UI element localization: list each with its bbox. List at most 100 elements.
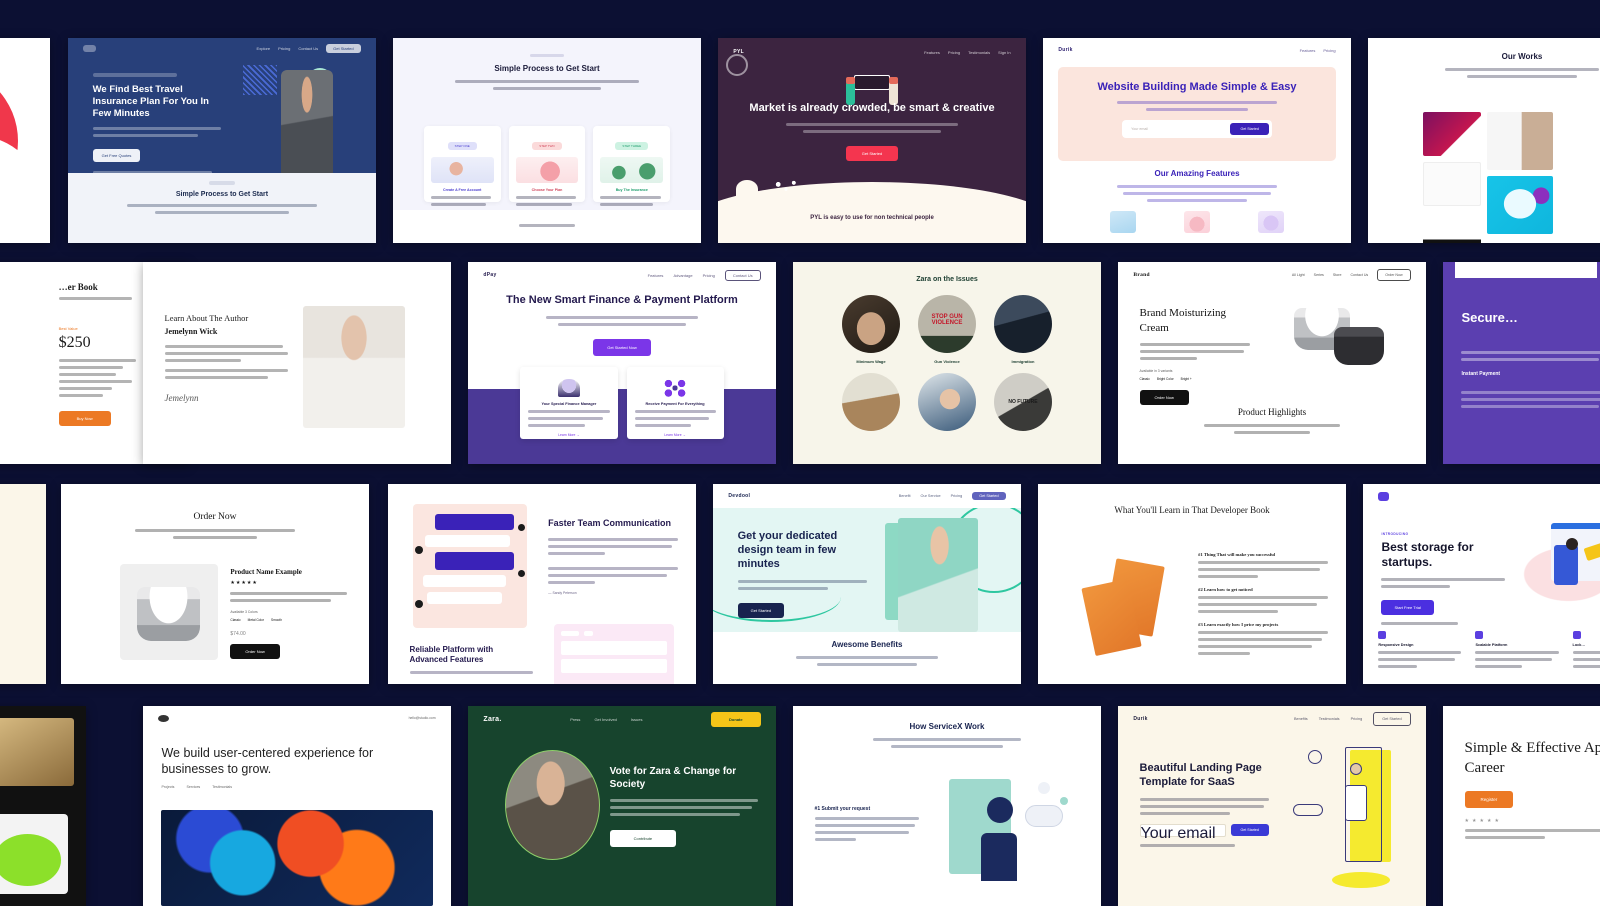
card-secure-payment[interactable]: Secure… Instant Payment bbox=[1443, 262, 1600, 464]
email-input[interactable]: Your email bbox=[1125, 127, 1230, 131]
nav-link[interactable]: All Light bbox=[1292, 273, 1305, 277]
nav-link[interactable]: Series bbox=[1314, 273, 1324, 277]
order-now-nav-button[interactable]: Order Now bbox=[1377, 269, 1411, 282]
step-card[interactable]: STEP ONE Create A Free Account bbox=[423, 126, 501, 214]
issue-image[interactable] bbox=[842, 373, 900, 431]
nav-link[interactable]: Features bbox=[1300, 48, 1316, 53]
nav-link[interactable]: Testimonials bbox=[212, 785, 232, 789]
card-developer-book[interactable]: What You'll Learn in That Developer Book… bbox=[1038, 484, 1346, 684]
feature-card[interactable]: Receive Payment For Everything Learn Mor… bbox=[626, 367, 724, 440]
card-best-storage[interactable]: Feature Testimonial INTRODUCING Best sto… bbox=[1363, 484, 1600, 684]
nav-link[interactable]: Benefit bbox=[899, 494, 911, 498]
card-better-career[interactable]: Simple & Effective Approach for A Better… bbox=[1443, 706, 1600, 906]
card-heading: Vote for Zara & Change for Society bbox=[609, 766, 737, 790]
card-coffee-product[interactable] bbox=[0, 706, 86, 906]
card-order-now[interactable]: Order Now Product Name Example ★★★★★ Ava… bbox=[61, 484, 369, 684]
nav-link[interactable]: Testimonials bbox=[968, 50, 990, 55]
card-durik-builder[interactable]: Durik Features Pricing Website Building … bbox=[1043, 38, 1351, 243]
card-heading: Order Now bbox=[193, 512, 237, 522]
card-simple-process[interactable]: Simple Process to Get Start STEP ONE Cre… bbox=[393, 38, 701, 243]
card-partial-left-row3[interactable] bbox=[0, 484, 46, 684]
option-chip[interactable]: Bright + bbox=[1181, 377, 1192, 381]
work-thumb[interactable] bbox=[1423, 161, 1482, 206]
cta-button[interactable]: Get Started bbox=[972, 492, 1006, 500]
option-chip[interactable]: Metal Color bbox=[248, 618, 264, 622]
nav-link[interactable]: Projects bbox=[161, 785, 174, 789]
cta-button[interactable]: Get Started bbox=[326, 44, 361, 54]
issue-image[interactable]: NO FUTURE bbox=[994, 373, 1052, 431]
option-chip[interactable]: Smooth bbox=[271, 618, 282, 622]
option-chip[interactable]: Classic bbox=[1140, 377, 1150, 381]
option-chip[interactable]: Bright Color bbox=[1157, 377, 1174, 381]
card-partial-left-row1[interactable] bbox=[0, 38, 50, 243]
card-user-centered[interactable]: hello@studio.com We build user-centered … bbox=[143, 706, 451, 906]
buy-now-button[interactable]: Buy Now bbox=[58, 411, 111, 427]
work-thumb[interactable] bbox=[1487, 111, 1554, 170]
nav-link[interactable]: Testimonials bbox=[1319, 717, 1340, 721]
nav-link[interactable]: Pricing bbox=[951, 494, 963, 498]
nav-link[interactable]: Store bbox=[1333, 273, 1342, 277]
nav-link[interactable]: Pricing bbox=[278, 46, 290, 51]
card-durik-saas[interactable]: Durik Benefits Testimonials Pricing Get … bbox=[1118, 706, 1426, 906]
hero-button[interactable]: Get Started bbox=[845, 146, 899, 162]
issue-image[interactable] bbox=[918, 373, 976, 431]
nav-link[interactable]: Features bbox=[924, 50, 940, 55]
card-dpay-finance[interactable]: dPay Features Advantage Pricing Contact … bbox=[468, 262, 776, 464]
nav-link[interactable]: Advantage bbox=[673, 273, 692, 278]
hero-button[interactable]: Get Started bbox=[737, 602, 785, 618]
nav-link[interactable]: Contact Us bbox=[1350, 273, 1368, 277]
get-started-button[interactable]: Get Started bbox=[1230, 123, 1269, 136]
nav-link[interactable]: Explore bbox=[257, 46, 271, 51]
nav-link[interactable]: Pricing bbox=[1323, 48, 1335, 53]
work-thumb[interactable] bbox=[1423, 211, 1482, 243]
donate-button[interactable]: Donate bbox=[711, 711, 761, 727]
card-servicex[interactable]: How ServiceX Work #1 Submit your request bbox=[793, 706, 1101, 906]
step-card[interactable]: STEP TWO Choose Your Plan bbox=[508, 126, 586, 214]
nav-email[interactable]: hello@studio.com bbox=[409, 716, 436, 720]
nav-link[interactable]: Features bbox=[648, 273, 664, 278]
hero-button[interactable]: Start Free Trial bbox=[1381, 600, 1434, 615]
card-our-works[interactable]: Our Works bbox=[1368, 38, 1600, 243]
order-now-button[interactable]: Order Now bbox=[230, 644, 280, 659]
work-thumb[interactable] bbox=[1423, 111, 1482, 156]
order-now-button[interactable]: Order Now bbox=[1139, 390, 1189, 406]
option-chip[interactable]: Classic bbox=[230, 618, 240, 622]
nav-link[interactable]: Pricing bbox=[948, 50, 960, 55]
feature-card[interactable]: Your Special Finance Manager Learn More … bbox=[520, 367, 618, 440]
nav-link[interactable]: Our Service bbox=[921, 494, 941, 498]
cta-button[interactable]: Contact Us bbox=[724, 269, 761, 281]
email-input[interactable]: Your email bbox=[1139, 823, 1226, 842]
hero-button[interactable]: Get Started Now bbox=[593, 339, 651, 357]
card-faster-team[interactable]: Faster Team Communication — Sandy Peters… bbox=[388, 484, 696, 684]
issue-image[interactable] bbox=[842, 295, 900, 353]
feature-link[interactable]: Learn More → bbox=[528, 433, 609, 437]
register-button[interactable]: Register bbox=[1464, 790, 1514, 808]
nav-link[interactable]: Contact Us bbox=[298, 46, 318, 51]
step-card[interactable]: STEP THREE Buy The Insurance bbox=[593, 126, 671, 214]
nav-link[interactable]: Get Involved bbox=[594, 717, 616, 722]
contribute-button[interactable]: Contribute bbox=[609, 830, 677, 847]
card-design-team[interactable]: Devdool Benefit Our Service Pricing Get … bbox=[713, 484, 1021, 684]
card-vote-zara[interactable]: Zara. Press Get Involved Issues Donate V… bbox=[468, 706, 776, 906]
card-heading: Beautiful Landing Page Template for SaaS bbox=[1139, 762, 1262, 788]
cta-button[interactable]: Get Started bbox=[1373, 712, 1411, 726]
card-zara-issues[interactable]: Zara on the Issues Minimum Wage STOP GUN… bbox=[793, 262, 1101, 464]
issue-image[interactable] bbox=[994, 295, 1052, 353]
card-travel-insurance[interactable]: Explore Pricing Contact Us Get Started W… bbox=[68, 38, 376, 243]
nav-link[interactable]: Pricing bbox=[703, 273, 715, 278]
hero-button[interactable]: Get Free Quotes bbox=[92, 148, 141, 162]
issue-image[interactable]: STOP GUN VIOLENCE bbox=[918, 295, 976, 353]
nav-link[interactable]: Services bbox=[186, 785, 200, 789]
nav-link[interactable]: Press bbox=[570, 717, 580, 722]
nav-link[interactable]: Pricing bbox=[1351, 717, 1363, 721]
nav-link[interactable]: Issues bbox=[631, 717, 643, 722]
nav-link[interactable]: Benefits bbox=[1294, 717, 1308, 721]
feature-link[interactable]: Learn More → bbox=[635, 433, 716, 437]
card-brand-cream[interactable]: Brand All Light Series Store Contact Us … bbox=[1118, 262, 1426, 464]
nav-link[interactable]: Sign In bbox=[998, 50, 1010, 55]
get-started-button[interactable]: Get Started bbox=[1230, 824, 1269, 836]
card-logo bbox=[1378, 491, 1390, 501]
card-pyl-market[interactable]: PYL Features Pricing Testimonials Sign I… bbox=[718, 38, 1026, 243]
work-thumb[interactable] bbox=[1487, 175, 1554, 234]
card-author[interactable]: Learn About The Author Jemelynn Wick Jem… bbox=[143, 262, 451, 464]
